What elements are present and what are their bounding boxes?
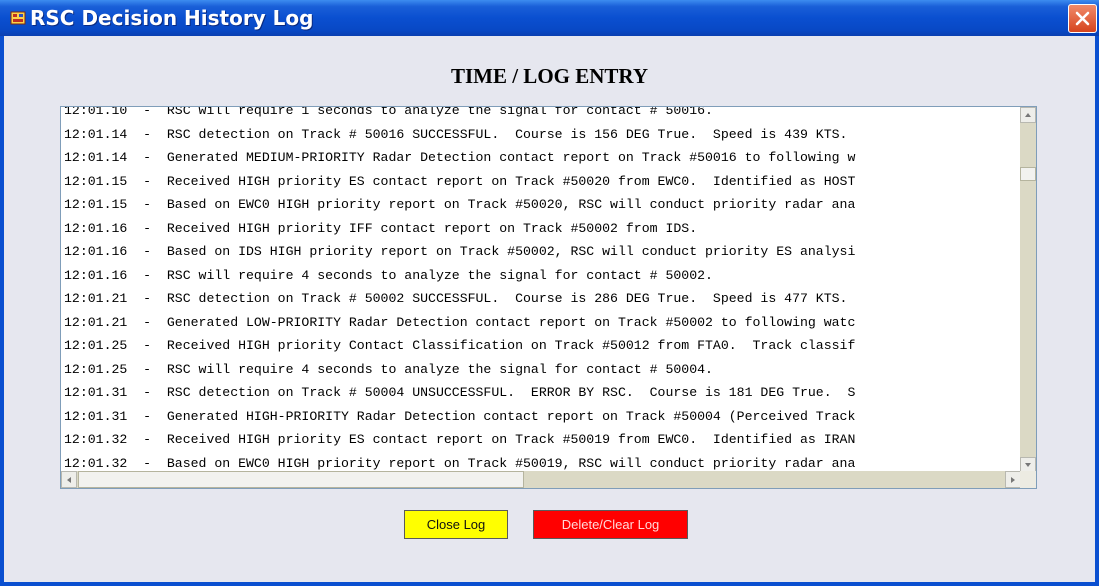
horizontal-scroll-thumb[interactable] (78, 471, 524, 488)
arrow-right-icon (1011, 476, 1015, 483)
log-entry: 12:01.16 - Received HIGH priority IFF co… (64, 220, 698, 236)
close-log-button[interactable]: Close Log (404, 510, 508, 539)
vertical-scroll-thumb[interactable] (1020, 167, 1036, 181)
log-entry: 12:01.14 - Generated MEDIUM-PRIORITY Rad… (64, 150, 856, 165)
scroll-right-button[interactable] (1005, 471, 1021, 488)
log-entry: 12:01.16 - RSC will require 4 seconds to… (64, 267, 713, 283)
log-entry: 12:01.21 - Generated LOW-PRIORITY Radar … (64, 314, 856, 330)
app-logo-icon (10, 11, 26, 25)
horizontal-scrollbar[interactable] (61, 471, 1021, 488)
arrow-down-icon (1025, 463, 1031, 467)
log-entry: 12:01.32 - Received HIGH priority ES con… (64, 432, 856, 447)
log-entry: 12:01.15 - Received HIGH priority ES con… (64, 173, 856, 189)
log-entry: 12:01.14 - RSC detection on Track # 5001… (64, 126, 848, 142)
scroll-corner (1020, 471, 1036, 488)
scroll-up-button[interactable] (1020, 107, 1036, 123)
log-entry: 12:01.15 - Based on EWC0 HIGH priority r… (64, 197, 856, 212)
title-bar[interactable]: RSC Decision History Log (0, 0, 1099, 36)
log-entry: 12:01.25 - RSC will require 4 seconds to… (64, 361, 713, 377)
log-entry: 12:01.10 - RSC will require 1 seconds to… (64, 107, 713, 118)
dialog-content: TIME / LOG ENTRY 12:01.10 - RSC will req… (4, 36, 1095, 582)
window-title: RSC Decision History Log (30, 6, 314, 30)
log-entry: 12:01.32 - Based on EWC0 HIGH priority r… (64, 455, 856, 471)
log-entry: 12:01.25 - Received HIGH priority Contac… (64, 338, 856, 353)
scroll-left-button[interactable] (61, 471, 77, 488)
vertical-scrollbar[interactable] (1020, 107, 1036, 473)
log-panel[interactable]: 12:01.10 - RSC will require 1 seconds to… (60, 106, 1037, 489)
close-icon (1075, 11, 1090, 26)
log-entry: 12:01.16 - Based on IDS HIGH priority re… (64, 244, 856, 259)
close-window-button[interactable] (1068, 4, 1097, 33)
log-entry: 12:01.21 - RSC detection on Track # 5000… (64, 291, 848, 306)
log-entry: 12:01.31 - RSC detection on Track # 5000… (64, 385, 856, 400)
log-heading: TIME / LOG ENTRY (450, 64, 649, 88)
arrow-left-icon (67, 476, 71, 483)
log-view: 12:01.10 - RSC will require 1 seconds to… (61, 107, 1021, 472)
log-list: 12:01.10 - RSC will require 1 seconds to… (61, 107, 855, 472)
log-entry: 12:01.31 - Generated HIGH-PRIORITY Radar… (64, 408, 856, 424)
arrow-up-icon (1025, 113, 1031, 117)
delete-clear-log-button[interactable]: Delete/Clear Log (533, 510, 688, 539)
